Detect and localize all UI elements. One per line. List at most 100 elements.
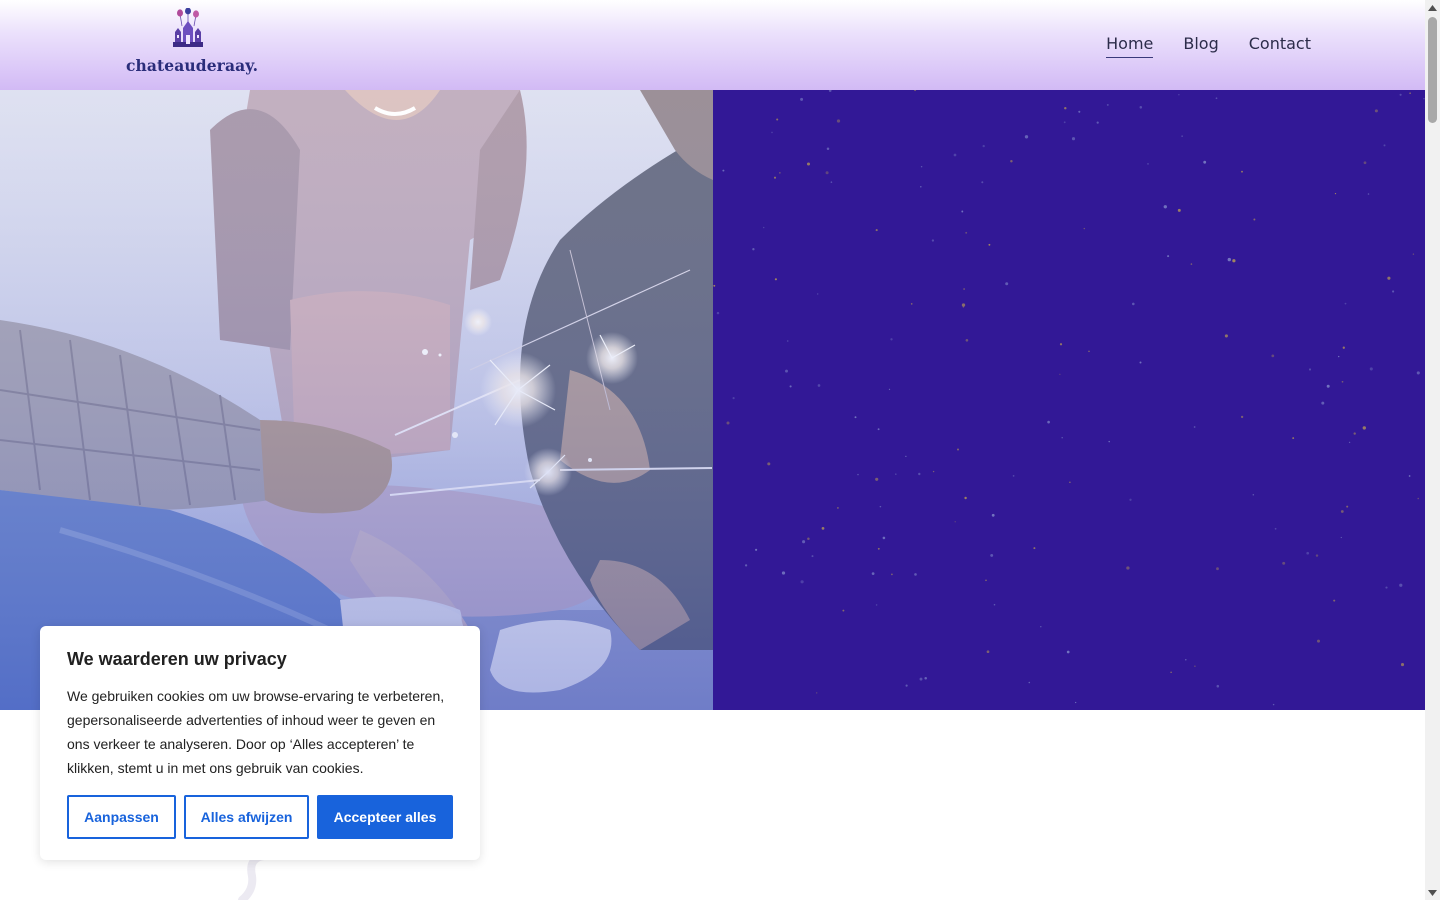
star-dot xyxy=(993,603,996,606)
star-dot xyxy=(1078,110,1081,113)
star-dot xyxy=(1139,106,1143,109)
star-dot xyxy=(963,288,965,290)
star-dot xyxy=(1348,441,1351,444)
hero-section xyxy=(0,90,1425,710)
star-dot xyxy=(1203,160,1207,164)
star-dot xyxy=(1012,475,1015,477)
star-dot xyxy=(713,284,716,287)
star-dot xyxy=(821,527,825,530)
site-logo[interactable]: chateauderaay. xyxy=(124,6,258,82)
star-dot xyxy=(767,462,771,466)
star-dot xyxy=(1108,440,1110,443)
star-dot xyxy=(1216,567,1219,571)
star-dot xyxy=(785,369,788,373)
star-dot xyxy=(816,293,819,295)
star-dot xyxy=(1338,355,1340,358)
star-dot xyxy=(716,311,720,315)
star-dot xyxy=(1317,639,1320,643)
star-dot xyxy=(1061,436,1063,439)
star-dot xyxy=(1369,367,1373,371)
star-dot xyxy=(1363,161,1367,165)
star-dot xyxy=(1308,368,1312,371)
star-dot xyxy=(1232,259,1236,263)
star-dot xyxy=(1367,193,1370,195)
star-dot xyxy=(877,428,880,431)
star-dot xyxy=(789,385,792,388)
star-dot xyxy=(828,90,832,92)
star-dot xyxy=(1147,163,1149,165)
star-dot xyxy=(1083,227,1086,230)
star-dot xyxy=(1071,137,1076,141)
star-dot xyxy=(1069,481,1071,483)
star-dot xyxy=(1344,302,1347,305)
nav-contact[interactable]: Contact xyxy=(1249,34,1311,58)
star-dot xyxy=(920,165,923,168)
scroll-up-arrow-icon[interactable] xyxy=(1425,0,1440,15)
nav-blog[interactable]: Blog xyxy=(1183,34,1218,58)
star-dot xyxy=(1399,583,1403,587)
star-dot xyxy=(1409,92,1411,94)
star-dot xyxy=(990,553,994,557)
star-dot xyxy=(1253,218,1256,221)
star-dot xyxy=(806,162,811,166)
star-dot xyxy=(957,448,959,451)
accept-all-button[interactable]: Accepteer alles xyxy=(317,795,453,839)
star-dot xyxy=(811,555,814,558)
star-dot xyxy=(1321,401,1325,405)
star-dot xyxy=(1185,659,1187,661)
star-dot xyxy=(1282,561,1286,565)
scroll-down-arrow-icon[interactable] xyxy=(1425,885,1440,900)
star-dot xyxy=(882,536,886,540)
star-dot xyxy=(1194,665,1196,667)
star-dot xyxy=(875,229,878,232)
star-dot xyxy=(762,226,765,229)
star-dot xyxy=(905,455,907,457)
star-dot xyxy=(1374,109,1378,113)
star-dot xyxy=(1028,681,1031,684)
star-dot xyxy=(1024,135,1029,139)
star-dot xyxy=(986,650,990,654)
main-nav: Home Blog Contact xyxy=(1106,34,1311,58)
star-dot xyxy=(1241,170,1243,173)
star-dot xyxy=(771,131,773,134)
star-dot xyxy=(919,677,923,681)
star-dot xyxy=(1387,276,1391,280)
star-dot xyxy=(875,477,879,481)
star-dot xyxy=(1088,350,1090,353)
star-dot xyxy=(1385,586,1388,589)
castle-logo-icon xyxy=(171,7,205,53)
star-dot xyxy=(1163,205,1167,209)
star-dot xyxy=(1181,135,1183,137)
star-dot xyxy=(982,144,985,148)
star-dot xyxy=(985,579,987,582)
scrollbar-thumb[interactable] xyxy=(1428,17,1437,123)
star-dot xyxy=(1096,121,1099,124)
star-dot xyxy=(1399,93,1402,96)
star-dot xyxy=(722,169,725,172)
star-dot xyxy=(1059,343,1063,346)
star-dot xyxy=(1005,282,1009,286)
star-dot xyxy=(807,537,810,541)
star-dot xyxy=(779,172,781,174)
star-dot xyxy=(1342,346,1345,349)
nav-home[interactable]: Home xyxy=(1106,34,1154,58)
star-dot xyxy=(965,338,969,342)
star-dot xyxy=(1340,510,1344,513)
customize-button[interactable]: Aanpassen xyxy=(67,795,176,839)
star-dot xyxy=(1392,290,1395,293)
star-dot xyxy=(1383,144,1386,147)
page-scrollbar[interactable] xyxy=(1425,0,1440,900)
star-dot xyxy=(1075,701,1077,704)
star-dot xyxy=(932,470,935,473)
star-dot xyxy=(961,210,964,213)
star-dot xyxy=(836,506,839,509)
hero-night-sky-panel xyxy=(713,90,1425,710)
star-dot xyxy=(924,677,927,680)
star-dot xyxy=(781,571,786,575)
star-dot xyxy=(914,573,917,576)
star-dot xyxy=(1417,497,1419,500)
star-dot xyxy=(1170,671,1172,673)
star-dot xyxy=(1064,106,1067,110)
star-dot xyxy=(1412,253,1415,255)
reject-all-button[interactable]: Alles afwijzen xyxy=(184,795,309,839)
